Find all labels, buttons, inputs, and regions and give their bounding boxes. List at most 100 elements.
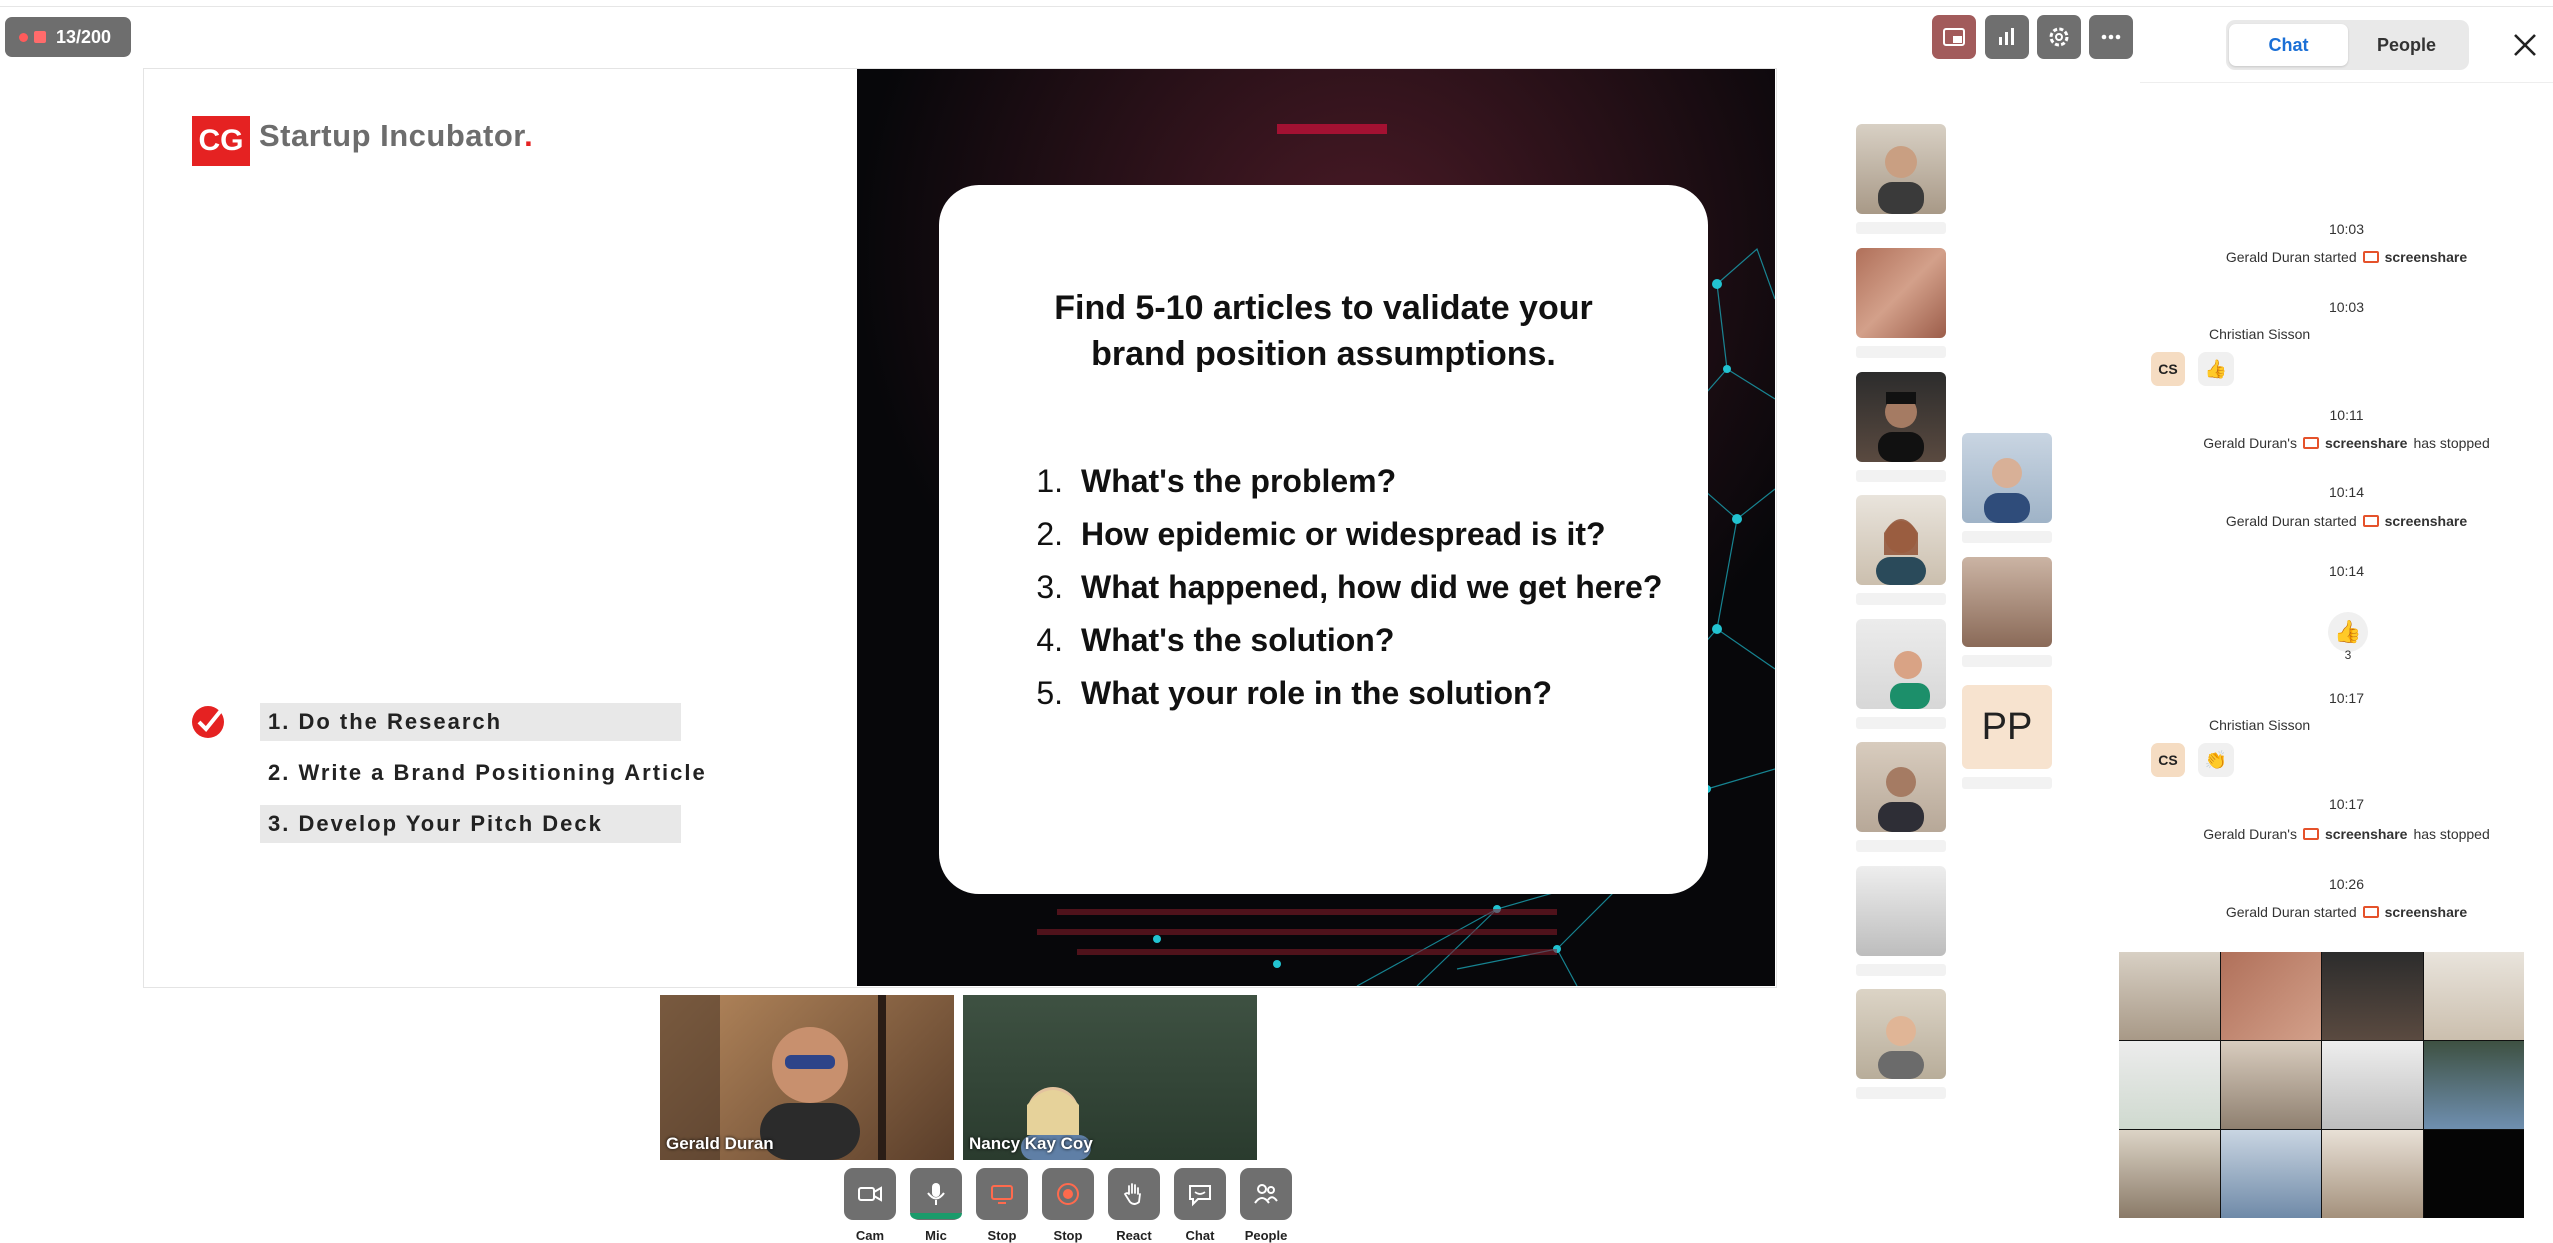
- screenshare-icon: [991, 1185, 1013, 1204]
- people-label: People: [1244, 1228, 1288, 1243]
- chat-event: Gerald Duran's screenshare has stopped: [2140, 826, 2553, 842]
- participant-name-blur: [1856, 593, 1946, 605]
- participant-name-blur: [1856, 1087, 1946, 1099]
- brand-name-text: Startup Incubator: [259, 118, 525, 153]
- step-brand-article: 2. Write a Brand Positioning Article: [268, 760, 707, 785]
- screenshare-icon: [2362, 906, 2379, 918]
- chat-timestamp: 10:03: [2328, 299, 2365, 315]
- mic-icon: [927, 1183, 945, 1205]
- screenshare-icon: [2302, 828, 2319, 840]
- event-tail: has stopped: [2413, 435, 2490, 451]
- question-number: 5.: [1036, 675, 1063, 711]
- close-icon[interactable]: [2508, 28, 2542, 62]
- participant-name-blur: [1856, 717, 1946, 729]
- event-object: screenshare: [2324, 435, 2408, 451]
- chat-timestamp: 10:17: [2328, 690, 2365, 706]
- card-title-line1: Find 5-10 articles to validate your: [1054, 289, 1593, 327]
- question-text: How epidemic or widespread is it?: [1081, 516, 1606, 552]
- more-icon: [2101, 34, 2121, 40]
- screenshare-icon: [2362, 251, 2379, 263]
- chat-timestamp: 10:26: [2328, 876, 2365, 892]
- participant-thumbnail[interactable]: [1962, 433, 2052, 523]
- chat-icon: [1189, 1185, 1211, 1207]
- stop-recording-button[interactable]: [1042, 1168, 1094, 1220]
- tab-chat[interactable]: Chat: [2229, 24, 2348, 66]
- react-label: React: [1116, 1228, 1152, 1243]
- gallery-tile: [2220, 1041, 2321, 1129]
- participant-name-blur: [1856, 964, 1946, 976]
- panel-tabs: Chat People: [2226, 20, 2469, 70]
- participant-thumbnail[interactable]: [1856, 619, 1946, 709]
- settings-icon: [2049, 27, 2069, 47]
- event-object: screenshare: [2384, 513, 2468, 529]
- gallery-tile: [2423, 1041, 2524, 1129]
- stop-screenshare-button[interactable]: [976, 1168, 1028, 1220]
- message-reaction[interactable]: 👍: [2198, 352, 2234, 386]
- tab-people[interactable]: People: [2347, 24, 2466, 66]
- screenshare-icon: [2302, 437, 2319, 449]
- participant-thumbnail[interactable]: [1856, 866, 1946, 956]
- participant-thumbnail[interactable]: [1856, 495, 1946, 585]
- participant-thumbnail[interactable]: [1962, 557, 2052, 647]
- floating-gallery-video[interactable]: [2119, 952, 2524, 1218]
- chat-event: Gerald Duran started screenshare: [2140, 249, 2553, 265]
- event-actor: Gerald Duran's: [2203, 435, 2297, 451]
- event-actor: Gerald Duran's: [2203, 826, 2297, 842]
- event-object: screenshare: [2384, 249, 2468, 265]
- gallery-tile: [2423, 952, 2524, 1040]
- question-list: 1. What's the problem? 2. How epidemic or …: [1019, 455, 1699, 720]
- question-text: What happened, how did we get here?: [1081, 569, 1663, 605]
- pip-button[interactable]: [1932, 15, 1976, 59]
- person-silhouette-icon: [1876, 519, 1926, 585]
- cam-button[interactable]: [844, 1168, 896, 1220]
- participant-thumbnail[interactable]: [1856, 248, 1946, 338]
- pip-icon: [1943, 28, 1965, 46]
- gallery-tile: [2220, 1130, 2321, 1218]
- question-item: 4. What's the solution?: [1019, 614, 1699, 667]
- message-reaction[interactable]: 👏: [2198, 743, 2234, 777]
- speaker-video-gerald[interactable]: Gerald Duran: [660, 995, 954, 1160]
- people-button[interactable]: [1240, 1168, 1292, 1220]
- record-icon: [1057, 1183, 1079, 1205]
- react-button[interactable]: [1108, 1168, 1160, 1220]
- avatar: CS: [2151, 352, 2185, 386]
- speaker-name: Gerald Duran: [666, 1134, 774, 1153]
- speaker-video-nancy[interactable]: Nancy Kay Coy: [963, 995, 1257, 1160]
- gallery-tile: [2423, 1130, 2524, 1218]
- screenshare-icon: [2362, 515, 2379, 527]
- question-text: What's the problem?: [1081, 463, 1397, 499]
- chat-timestamp: 10:14: [2328, 563, 2365, 579]
- group-reaction[interactable]: 👍: [2328, 612, 2368, 652]
- gallery-tile: [2322, 1130, 2423, 1218]
- event-actor: Gerald Duran started: [2225, 513, 2357, 529]
- question-number: 3.: [1036, 569, 1063, 605]
- person-silhouette-icon: [1878, 1016, 1924, 1079]
- person-silhouette-icon: [1890, 651, 1930, 709]
- question-number: 4.: [1036, 622, 1063, 658]
- chat-timestamp: 10:14: [2328, 484, 2365, 500]
- event-actor: Gerald Duran started: [2225, 249, 2357, 265]
- more-button[interactable]: [2089, 15, 2133, 59]
- participant-thumbnail[interactable]: [1856, 124, 1946, 214]
- stats-button[interactable]: [1985, 15, 2029, 59]
- participant-thumbnail[interactable]: [1856, 372, 1946, 462]
- brand-logo: CG: [192, 116, 250, 166]
- stop-screenshare-label: Stop: [987, 1228, 1017, 1243]
- participant-name-blur: [1962, 777, 2052, 789]
- participant-avatar-initials[interactable]: PP: [1962, 685, 2052, 769]
- step-pitch-deck: 3. Develop Your Pitch Deck: [260, 805, 681, 843]
- card-title-line2: brand position assumptions.: [1091, 335, 1556, 373]
- person-silhouette-icon: [1984, 458, 2030, 523]
- question-text: What's the solution?: [1081, 622, 1395, 658]
- settings-button[interactable]: [2037, 15, 2081, 59]
- people-icon: [1254, 1184, 1278, 1204]
- participant-thumbnail[interactable]: [1856, 989, 1946, 1079]
- message-sender: Christian Sisson: [2209, 717, 2311, 733]
- participant-thumbnail[interactable]: [1856, 742, 1946, 832]
- question-item: 3. What happened, how did we get here?: [1019, 561, 1699, 614]
- participant-counter-badge[interactable]: 13/200: [5, 17, 131, 57]
- chat-button[interactable]: [1174, 1168, 1226, 1220]
- gallery-tile: [2119, 1041, 2220, 1129]
- slide-card: Find 5-10 articles to validate your bran…: [939, 185, 1708, 894]
- chat-event: Gerald Duran started screenshare: [2140, 904, 2553, 920]
